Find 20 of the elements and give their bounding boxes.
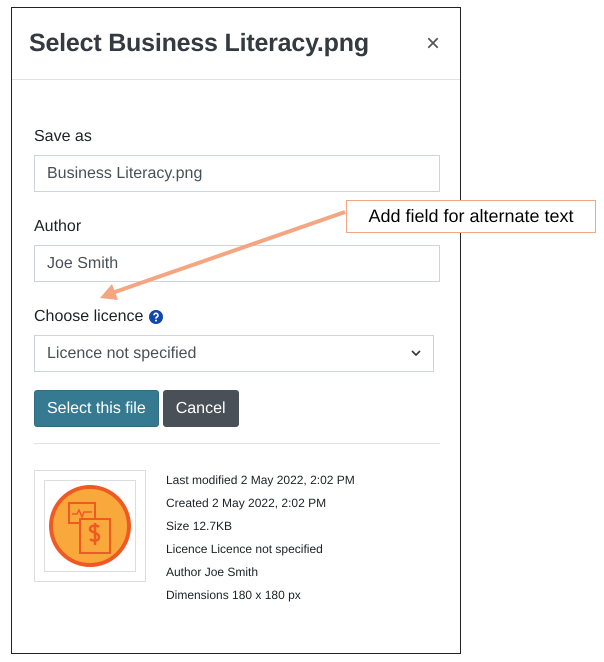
input-field[interactable]: Joe Smith	[34, 245, 440, 282]
field-label: Save as	[34, 128, 92, 146]
file-detail: Author Joe Smith	[166, 564, 260, 581]
cancel-button[interactable]: Cancel	[162, 390, 239, 427]
file-detail: Created 2 May 2022, 2:02 PM	[166, 495, 328, 512]
finance-document-icon	[49, 485, 131, 567]
file-detail: Last modified 2 May 2022, 2:02 PM	[166, 472, 355, 489]
chevron-down-icon	[411, 350, 421, 357]
dialog-title: Select Business Literacy.png	[29, 29, 369, 58]
annotation-callout: Add field for alternate text	[346, 200, 596, 233]
field-label: Author	[34, 218, 82, 236]
file-detail: Size 12.7KB	[166, 518, 234, 535]
field-label: Choose licence	[34, 308, 144, 326]
licence-select[interactable]: Licence not specified	[34, 335, 434, 372]
file-detail: Dimensions 180 x 180 px	[166, 587, 302, 604]
select-file-button[interactable]: Select this file	[34, 390, 159, 427]
close-button[interactable]: ×	[422, 30, 444, 58]
input-field[interactable]: Business Literacy.png	[34, 155, 440, 192]
file-detail: Licence Licence not specified	[166, 541, 324, 558]
help-icon[interactable]	[149, 310, 164, 324]
